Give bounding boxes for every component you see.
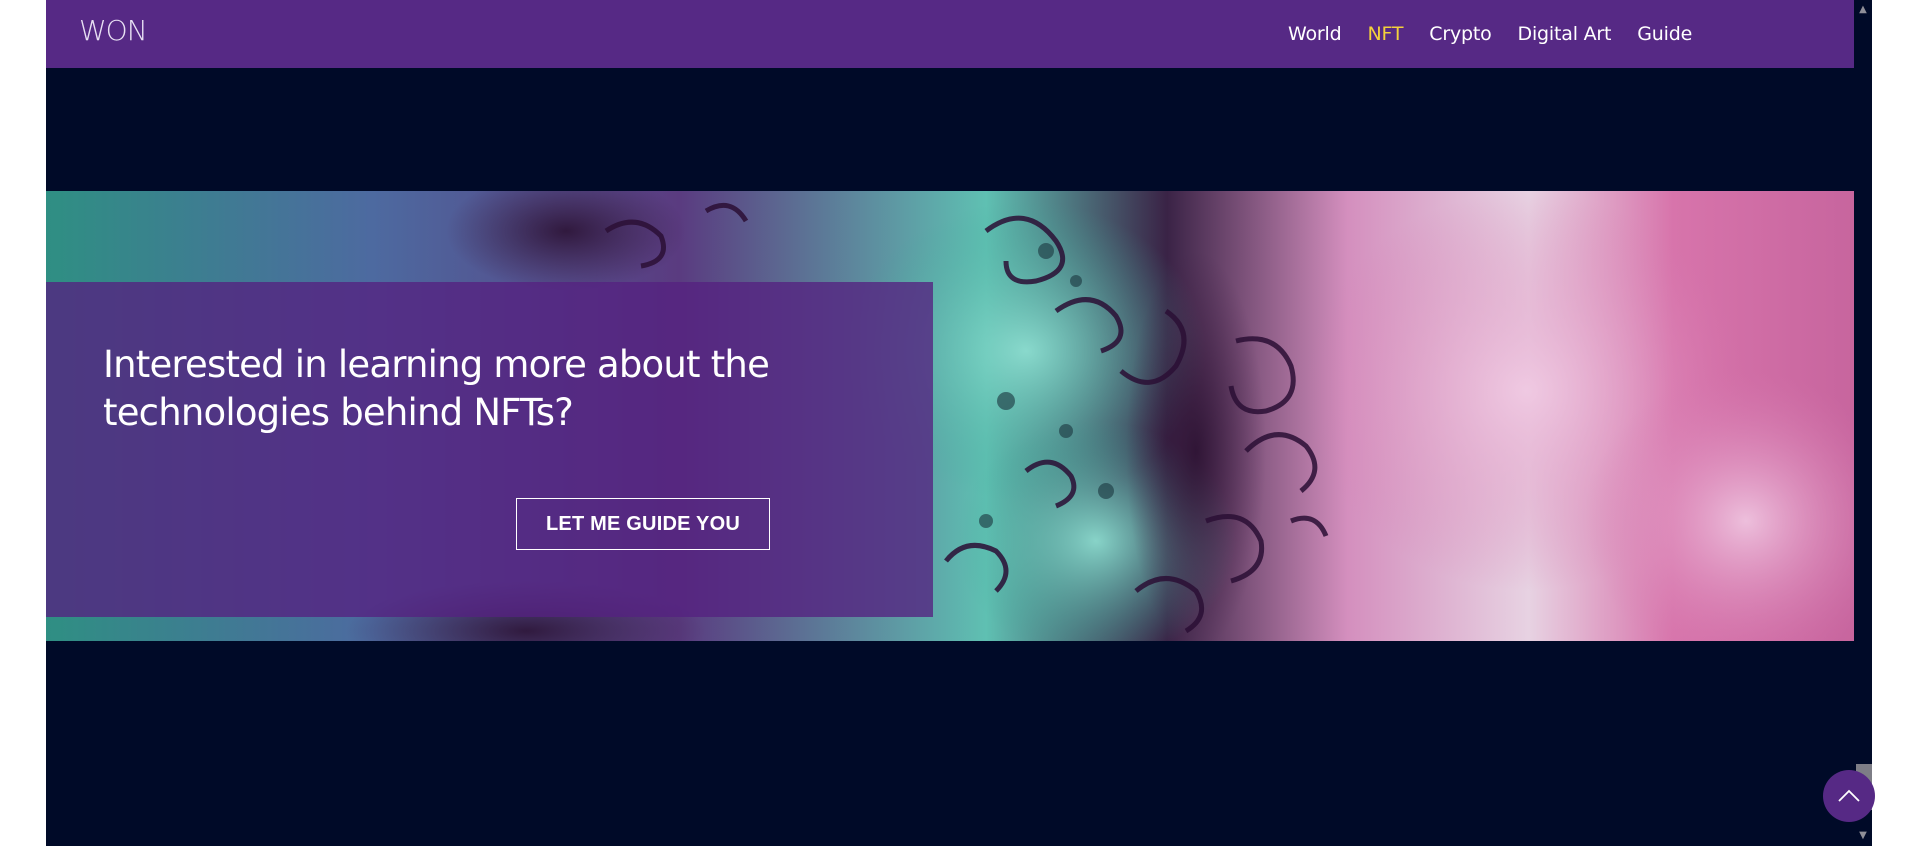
scroll-down-arrow-icon[interactable]: ▼ (1854, 828, 1872, 844)
nav-item-world[interactable]: World (1275, 23, 1354, 45)
scroll-up-arrow-icon[interactable]: ▲ (1854, 2, 1872, 18)
vertical-scrollbar[interactable]: ▲ ▼ (1854, 0, 1872, 846)
nav-item-nft[interactable]: NFT (1354, 23, 1416, 45)
nav-item-crypto[interactable]: Crypto (1416, 23, 1504, 45)
main-nav: World NFT Crypto Digital Art Guide (1275, 0, 1705, 68)
nav-item-guide[interactable]: Guide (1624, 23, 1705, 45)
chevron-up-icon (1838, 789, 1860, 802)
site-logo[interactable]: WON (79, 14, 148, 47)
guide-cta-button[interactable]: LET ME GUIDE YOU (516, 498, 770, 550)
hero-headline: Interested in learning more about the te… (103, 343, 770, 434)
navbar: WON World NFT Crypto Digital Art Guide (46, 0, 1854, 68)
hero-banner: Interested in learning more about the te… (46, 191, 1854, 641)
back-to-top-button[interactable] (1823, 770, 1875, 822)
page: WON World NFT Crypto Digital Art Guide I… (46, 0, 1875, 846)
nav-item-digital-art[interactable]: Digital Art (1505, 23, 1625, 45)
hero-text-panel: Interested in learning more about the te… (46, 282, 933, 617)
